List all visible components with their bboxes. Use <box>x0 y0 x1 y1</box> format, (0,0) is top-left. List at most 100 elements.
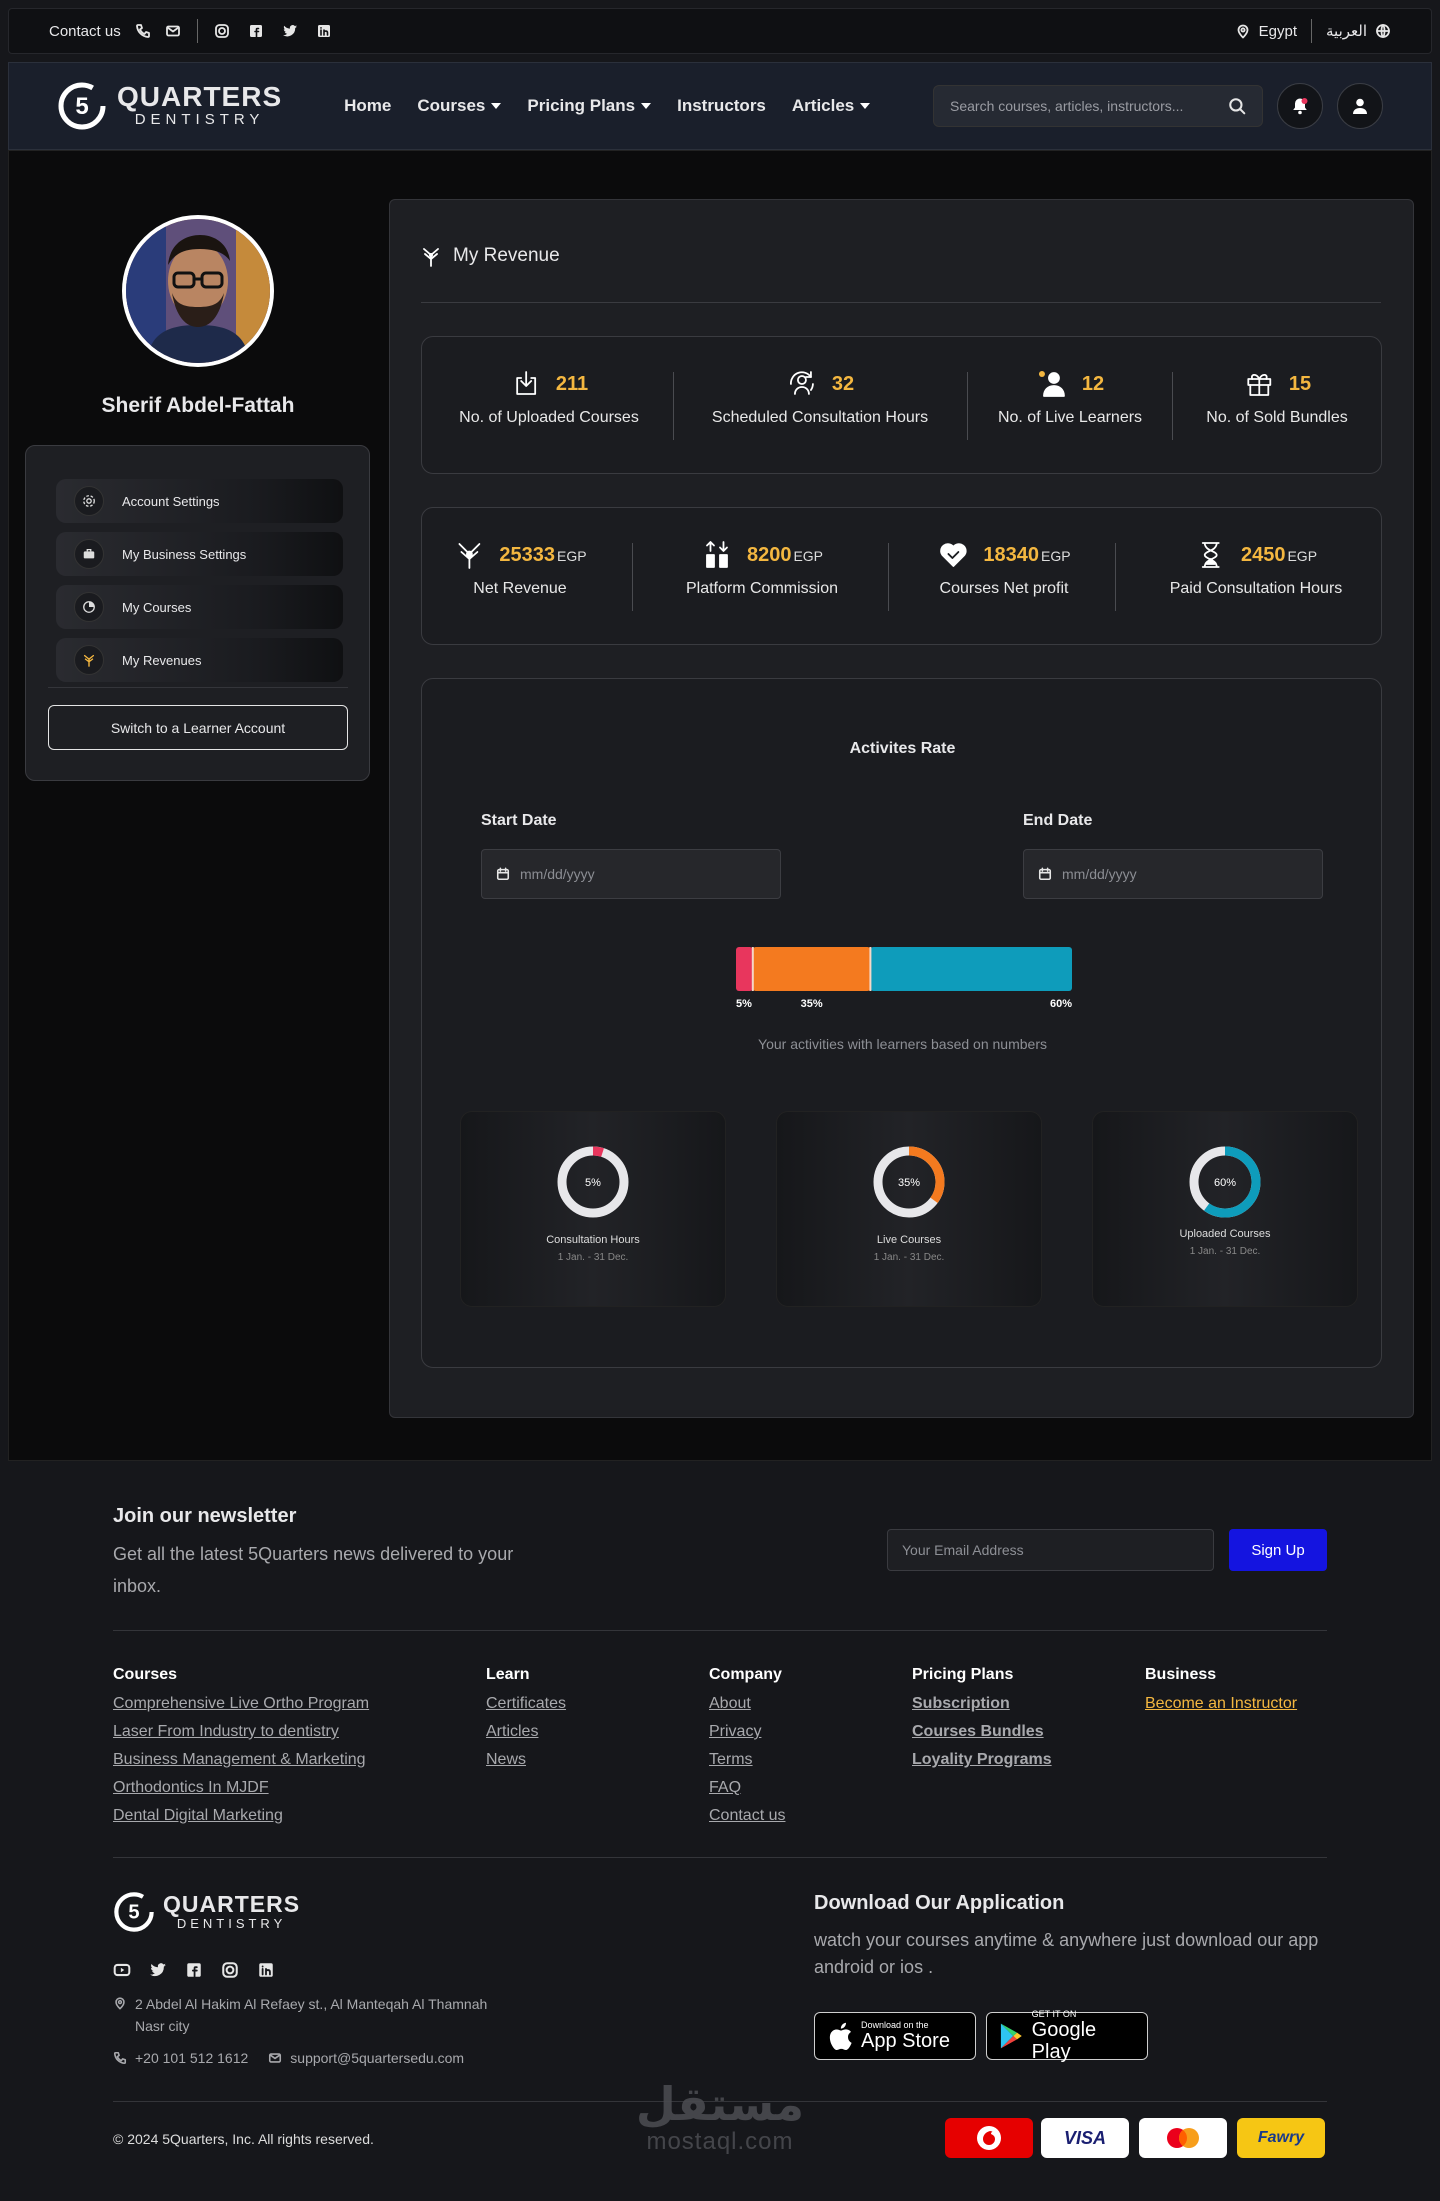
globe-icon[interactable] <box>1375 23 1391 39</box>
donut-range: 1 Jan. - 31 Dec. <box>1189 1246 1261 1257</box>
email-placeholder: Your Email Address <box>902 1542 1024 1558</box>
switch-account-button[interactable]: Switch to a Learner Account <box>48 705 348 750</box>
brand-subtitle: DENTISTRY <box>134 111 265 128</box>
footer-col-learn: Certificates Articles News <box>486 1695 566 1769</box>
footer-link[interactable]: Comprehensive Live Ortho Program <box>113 1695 369 1713</box>
notifications-button[interactable] <box>1277 83 1323 129</box>
facebook-icon[interactable] <box>185 1961 203 1979</box>
menu-my-revenues[interactable]: My Revenues <box>56 638 343 682</box>
divider <box>48 687 348 688</box>
menu-business-settings[interactable]: My Business Settings <box>56 532 343 576</box>
apple-icon <box>829 2022 852 2051</box>
email-text[interactable]: support@5quartersedu.com <box>290 2050 464 2066</box>
gift-icon <box>1246 373 1271 396</box>
mastercard-payment-icon <box>1139 2118 1227 2158</box>
watermark-arabic: مستقل <box>635 2078 805 2130</box>
nav-home[interactable]: Home <box>344 96 391 116</box>
instagram-icon[interactable] <box>221 1961 239 1979</box>
brand-logo[interactable]: 5 QUARTERS DENTISTRY <box>57 81 282 131</box>
footer-link[interactable]: Certificates <box>486 1695 566 1713</box>
footer-contact: +20 101 512 1612 support@5quartersedu.co… <box>113 2050 464 2066</box>
country-selector[interactable]: Egypt <box>1259 23 1297 40</box>
footer-link[interactable]: Laser From Industry to dentistry <box>113 1723 369 1741</box>
phone-text[interactable]: +20 101 512 1612 <box>135 2050 248 2066</box>
main-navbar: 5 QUARTERS DENTISTRY Home Courses Pricin… <box>8 62 1432 150</box>
youtube-icon[interactable] <box>113 1961 131 1979</box>
linkedin-icon[interactable] <box>257 1961 275 1979</box>
facebook-icon[interactable] <box>248 23 264 39</box>
menu-label: My Business Settings <box>122 546 247 562</box>
store-small-text: Download on the <box>861 2020 929 2030</box>
copyright: © 2024 5Quarters, Inc. All rights reserv… <box>113 2131 374 2147</box>
footer-link[interactable]: Dental Digital Marketing <box>113 1807 369 1825</box>
footer-col-title: Learn <box>486 1666 530 1683</box>
top-bar: Contact us Egypt العربية <box>8 8 1432 54</box>
vodafone-payment-icon <box>945 2118 1033 2158</box>
footer-link[interactable]: Subscription <box>912 1695 1052 1713</box>
nav-articles[interactable]: Articles <box>791 96 871 116</box>
calendar-icon[interactable] <box>496 867 510 881</box>
money-unit: EGP <box>1287 547 1318 564</box>
profile-button[interactable] <box>1337 83 1383 129</box>
app-store-button[interactable]: Download on the App Store <box>814 2012 976 2060</box>
bar-label: 35% <box>801 998 823 1010</box>
footer-logo[interactable]: 5 QUARTERS DENTISTRY <box>113 1891 300 1933</box>
stat-label: No. of Live Learners <box>997 409 1143 426</box>
footer-link[interactable]: News <box>486 1751 566 1769</box>
footer-link[interactable]: Articles <box>486 1723 566 1741</box>
nav-courses[interactable]: Courses <box>417 96 502 116</box>
caret-down-icon <box>860 103 871 109</box>
stat-value: 32 <box>831 372 855 395</box>
donut-name: Live Courses <box>876 1234 942 1246</box>
end-date-input[interactable]: mm/dd/yyyy <box>1023 849 1323 899</box>
start-date-input[interactable]: mm/dd/yyyy <box>481 849 781 899</box>
footer-link[interactable]: FAQ <box>709 1779 785 1797</box>
location-pin-icon <box>115 1997 125 2010</box>
footer-link[interactable]: Orthodontics In MJDF <box>113 1779 369 1797</box>
profile-name: Sherif Abdel-Fattah <box>101 394 295 417</box>
language-switch[interactable]: العربية <box>1326 22 1367 40</box>
bar-segment <box>870 947 1072 991</box>
brand-subtitle: DENTISTRY <box>176 1916 287 1931</box>
footer-link[interactable]: Loyality Programs <box>912 1751 1052 1769</box>
twitter-icon[interactable] <box>282 23 298 39</box>
calendar-icon[interactable] <box>1038 867 1052 881</box>
search-input[interactable]: Search courses, articles, instructors... <box>933 85 1263 127</box>
instagram-icon[interactable] <box>214 23 230 39</box>
hourglass-icon <box>1202 542 1220 568</box>
store-big-text: Google Play <box>1031 2019 1097 2063</box>
money-label: Paid Consultation Hours <box>1169 580 1343 597</box>
menu-account-settings[interactable]: Account Settings <box>56 479 343 523</box>
divider <box>196 19 198 43</box>
mail-icon[interactable] <box>165 23 181 39</box>
footer-link[interactable]: Contact us <box>709 1807 785 1825</box>
phone-icon[interactable] <box>135 23 151 39</box>
footer-link[interactable]: About <box>709 1695 785 1713</box>
footer-link[interactable]: Privacy <box>709 1723 785 1741</box>
menu-label: Account Settings <box>122 493 220 509</box>
newsletter-email-input[interactable]: Your Email Address <box>887 1529 1214 1571</box>
stat-net-revenue: 25333 EGP Net Revenue <box>453 538 587 598</box>
signup-button[interactable]: Sign Up <box>1229 1529 1327 1571</box>
money-unit: EGP <box>793 547 824 564</box>
menu-my-courses[interactable]: My Courses <box>56 585 343 629</box>
footer-link[interactable]: Terms <box>709 1751 785 1769</box>
nav-instructors[interactable]: Instructors <box>677 96 766 116</box>
footer-link[interactable]: Courses Bundles <box>912 1723 1052 1741</box>
nav-articles-label: Articles <box>791 96 855 115</box>
profile-photo-icon <box>126 219 270 363</box>
divider <box>1172 372 1173 440</box>
visa-payment-icon: VISA <box>1041 2118 1129 2158</box>
footer-col-title: Business <box>1145 1666 1217 1683</box>
nav-pricing-plans[interactable]: Pricing Plans <box>527 96 652 116</box>
donut-percent: 60% <box>1214 1177 1236 1189</box>
linkedin-icon[interactable] <box>316 23 332 39</box>
twitter-icon[interactable] <box>149 1961 167 1979</box>
search-icon[interactable] <box>1228 97 1246 115</box>
watermark: مستقل mostaql.com <box>630 2080 810 2156</box>
footer-link[interactable]: Become an Instructor <box>1145 1695 1297 1713</box>
google-play-button[interactable]: GET IT ON Google Play <box>986 2009 1148 2063</box>
learner-icon <box>1038 371 1065 397</box>
footer-link[interactable]: Business Management & Marketing <box>113 1751 369 1769</box>
donut-name: Consultation Hours <box>546 1234 640 1246</box>
